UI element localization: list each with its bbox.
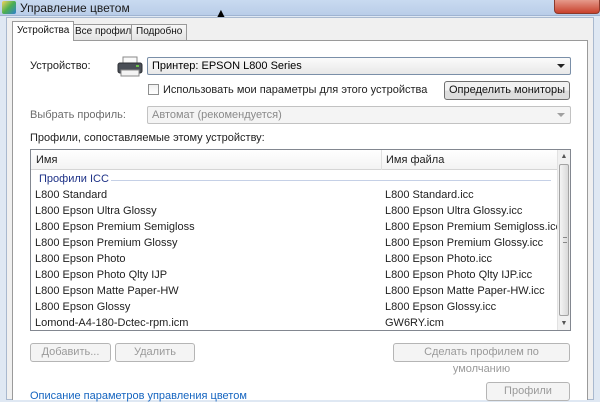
- remove-profile-button[interactable]: Удалить: [115, 343, 195, 362]
- profile-name: L800 Standard: [35, 189, 108, 201]
- column-header-name[interactable]: Имя: [36, 154, 57, 166]
- profile-select[interactable]: Автомат (рекомендуется): [147, 106, 571, 124]
- profile-name: L800 Epson Glossy: [35, 301, 131, 313]
- table-row[interactable]: L800 Epson Ultra Glossy L800 Epson Ultra…: [31, 204, 558, 220]
- table-row[interactable]: L800 Epson Photo Qlty IJP L800 Epson Pho…: [31, 268, 558, 284]
- scrollbar-thumb[interactable]: [559, 164, 569, 316]
- profile-file: L800 Epson Premium Glossy.icc: [385, 237, 544, 249]
- device-select-value: Принтер: EPSON L800 Series: [152, 60, 302, 72]
- profile-file: L800 Epson Matte Paper-HW.icc: [385, 285, 545, 297]
- profile-file: L800 Epson Premium Semigloss.icc: [385, 221, 562, 233]
- identify-monitors-button[interactable]: Определить мониторы: [444, 81, 570, 100]
- tab-devices[interactable]: Устройства: [12, 21, 75, 41]
- window-close-button[interactable]: [554, 0, 600, 14]
- color-management-icon: [2, 1, 16, 14]
- add-profile-button[interactable]: Добавить...: [30, 343, 111, 362]
- table-row[interactable]: L800 Epson Premium Semigloss L800 Epson …: [31, 220, 562, 236]
- table-row[interactable]: L800 Standard L800 Standard.icc: [31, 188, 558, 204]
- table-row[interactable]: L800 Epson Premium Glossy L800 Epson Pre…: [31, 236, 558, 252]
- table-row[interactable]: L800 Epson Photo L800 Epson Photo.icc: [31, 252, 558, 268]
- add-profile-label: Добавить...: [41, 346, 100, 358]
- profiles-list[interactable]: Имя Имя файла Профили ICC L800 Standard …: [30, 149, 571, 331]
- tab-label: Подробно: [136, 26, 183, 37]
- group-label-icc: Профили ICC: [39, 173, 109, 185]
- profile-name: L800 Epson Matte Paper-HW: [35, 285, 179, 297]
- profile-file: GW6RY.icm: [385, 317, 444, 329]
- device-label: Устройство:: [30, 60, 91, 72]
- scroll-down-icon[interactable]: ▼: [558, 317, 570, 330]
- profile-name: L800 Epson Premium Semigloss: [35, 221, 195, 233]
- profile-file: L800 Epson Ultra Glossy.icc: [385, 205, 523, 217]
- tab-label: Все профили: [75, 26, 137, 37]
- scroll-up-icon[interactable]: ▲: [558, 150, 570, 163]
- color-management-help-link[interactable]: Описание параметров управления цветом: [30, 390, 247, 402]
- profile-name: L800 Epson Photo: [35, 253, 126, 265]
- remove-profile-label: Удалить: [134, 346, 176, 358]
- window-title: Управление цветом: [20, 1, 130, 15]
- profile-file: L800 Standard.icc: [385, 189, 474, 201]
- profile-name: L800 Epson Premium Glossy: [35, 237, 178, 249]
- group-divider: [111, 180, 551, 181]
- profile-select-value: Автомат (рекомендуется): [152, 109, 282, 121]
- profile-file: L800 Epson Photo Qlty IJP.icc: [385, 269, 533, 281]
- device-select[interactable]: Принтер: EPSON L800 Series: [147, 57, 571, 75]
- profile-name: L800 Epson Ultra Glossy: [35, 205, 157, 217]
- table-row[interactable]: L800 Epson Glossy L800 Epson Glossy.icc: [31, 300, 558, 316]
- profile-file: L800 Epson Glossy.icc: [385, 301, 497, 313]
- column-divider[interactable]: [381, 150, 382, 170]
- profile-file: L800 Epson Photo.icc: [385, 253, 493, 265]
- list-scrollbar[interactable]: ▲ ▼: [557, 150, 570, 330]
- tab-label: Устройства: [17, 25, 70, 36]
- tab-advanced[interactable]: Подробно: [131, 24, 188, 40]
- profile-name: Lomond-A4-180-Dctec-rpm.icm: [35, 317, 189, 329]
- profile-select-label: Выбрать профиль:: [30, 109, 126, 121]
- profiles-section-label: Профили, сопоставляемые этому устройству…: [30, 132, 265, 144]
- column-header-file[interactable]: Имя файла: [386, 154, 444, 166]
- list-header: Имя Имя файла: [31, 150, 558, 170]
- chevron-down-icon: [557, 64, 565, 68]
- chevron-down-icon: [557, 113, 565, 117]
- profiles-button-label: Профили: [504, 385, 552, 397]
- profiles-button[interactable]: Профили: [486, 382, 570, 401]
- grip-icon: [563, 237, 567, 243]
- profile-name: L800 Epson Photo Qlty IJP: [35, 269, 168, 281]
- table-row[interactable]: Lomond-A4-180-Dctec-rpm.icm GW6RY.icm: [31, 316, 558, 330]
- set-default-profile-button[interactable]: Сделать профилем по умолчанию: [393, 343, 570, 375]
- use-my-settings-checkbox[interactable]: [148, 84, 159, 95]
- use-my-settings-label: Использовать мои параметры для этого уст…: [163, 84, 428, 96]
- table-row[interactable]: L800 Epson Matte Paper-HW L800 Epson Mat…: [31, 284, 558, 300]
- title-bar: Управление цветом: [0, 0, 600, 16]
- printer-icon: [117, 56, 143, 77]
- identify-monitors-label: Определить мониторы: [448, 84, 566, 96]
